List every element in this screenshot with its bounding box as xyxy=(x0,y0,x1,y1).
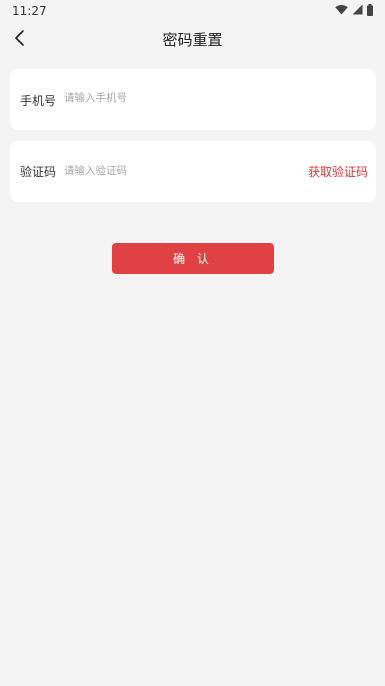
page-title: 密码重置 xyxy=(162,31,223,49)
nav-bar: 密码重置 xyxy=(0,22,385,58)
wifi-icon xyxy=(335,4,348,18)
chevron-left-icon xyxy=(13,29,27,51)
status-bar: 11:27 xyxy=(0,0,385,22)
code-input[interactable] xyxy=(64,158,308,183)
status-icons xyxy=(335,3,373,19)
password-reset-screen: 11:27 密码重置 手机号 请输入手机号 验证码 请输入验证码 获取验证码 确… xyxy=(0,0,385,686)
code-label: 验证码 xyxy=(20,165,57,179)
phone-label: 手机号 xyxy=(20,94,57,108)
back-button[interactable] xyxy=(8,28,32,52)
get-code-button[interactable]: 获取验证码 xyxy=(308,163,368,180)
phone-input[interactable] xyxy=(64,85,366,110)
signal-icon xyxy=(352,4,363,18)
confirm-button[interactable]: 确 认 xyxy=(112,243,274,274)
battery-icon xyxy=(367,3,373,19)
code-card: 验证码 获取验证码 xyxy=(10,141,376,202)
status-time: 11:27 xyxy=(12,4,47,18)
phone-card: 手机号 xyxy=(10,69,376,130)
